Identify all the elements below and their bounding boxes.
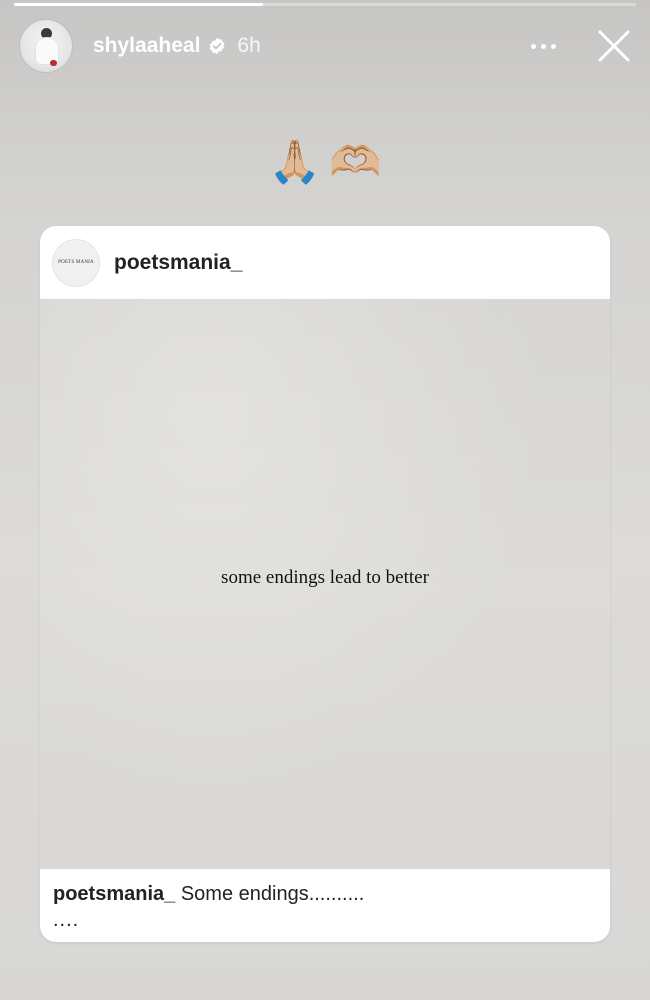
post-username[interactable]: poetsmania_ <box>114 251 242 275</box>
close-icon[interactable] <box>596 28 632 64</box>
more-options-icon <box>531 43 536 49</box>
story-progress-fill <box>14 3 263 6</box>
heart-hands-emoji: 🫶🏼 <box>329 138 382 185</box>
post-avatar-logo-text: POETS MANIA <box>58 260 94 265</box>
story-header: shylaaheal 6h <box>20 19 632 73</box>
emoji-sticker: 🙏🏼 🫶🏼 <box>0 138 650 186</box>
verified-badge-icon <box>209 37 225 55</box>
post-quote-text: some endings lead to better <box>221 567 429 588</box>
caption-more[interactable]: .... <box>53 909 79 932</box>
shared-post-card[interactable]: POETS MANIA poetsmania_ some endings lea… <box>40 226 610 942</box>
post-header: POETS MANIA poetsmania_ <box>40 226 610 299</box>
caption-username[interactable]: poetsmania_ <box>53 883 175 905</box>
post-avatar[interactable]: POETS MANIA <box>53 239 99 286</box>
avatar[interactable] <box>20 20 72 72</box>
story-timestamp: 6h <box>237 34 261 57</box>
caption-text: Some endings.......... <box>180 883 365 905</box>
folded-hands-emoji: 🙏🏼 <box>268 138 321 185</box>
story-progress-bar <box>14 3 636 6</box>
post-caption: poetsmania_ Some endings.......... <box>53 881 597 907</box>
post-image[interactable]: some endings lead to better <box>40 299 610 869</box>
more-options-button[interactable] <box>531 43 556 49</box>
story-username[interactable]: shylaaheal <box>93 34 200 58</box>
